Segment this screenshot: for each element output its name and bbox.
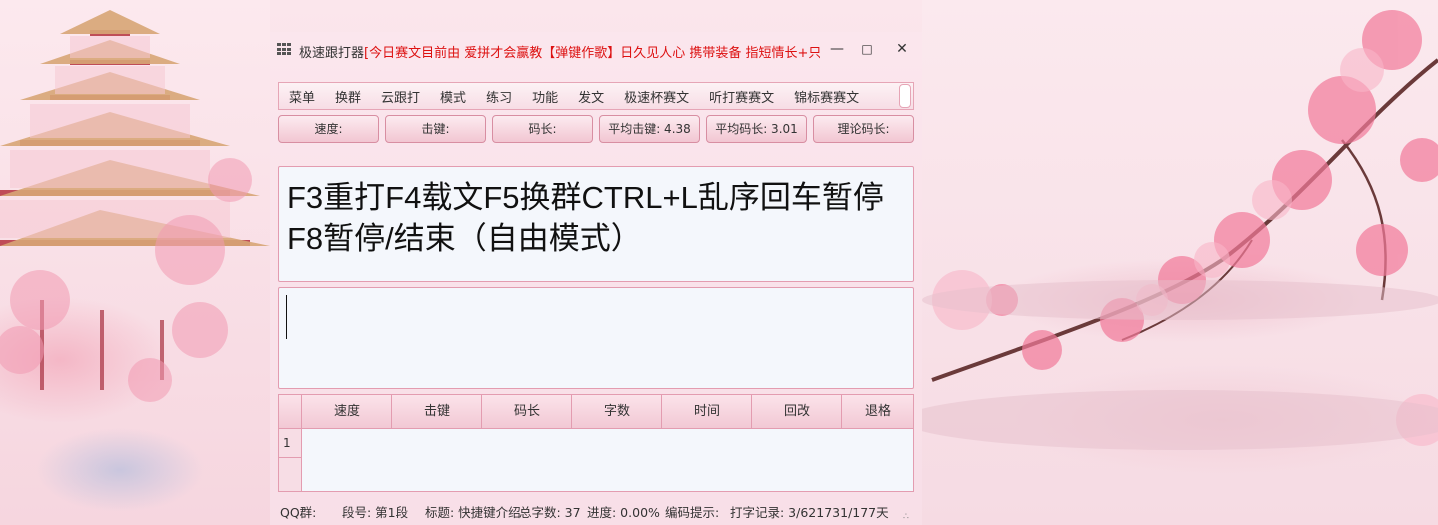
encoding-hint: 编码提示:: [665, 505, 720, 520]
menu-bar: 菜单 换群 云跟打 模式 练习 功能 发文 极速杯赛文 听打赛赛文 锦标赛赛文: [278, 82, 914, 110]
title-bar[interactable]: 极速跟打器 [今日赛文目前由 爱拼才会赢教【弹键作歌】日久见人心 携带装备 指短…: [270, 32, 922, 68]
keystroke-stat[interactable]: 击键:: [385, 115, 486, 143]
text-caret: [286, 295, 287, 339]
menu-item-listen-contest[interactable]: 听打赛赛文: [699, 87, 784, 106]
qq-group-label[interactable]: QQ群:: [280, 502, 316, 521]
row-number[interactable]: 1: [283, 436, 291, 450]
article-text: F3重打F4载文F5换群CTRL+L乱序回车暂停F8暂停/结束（自由模式）: [287, 180, 884, 256]
resize-grip-icon[interactable]: ∴: [903, 512, 909, 522]
menu-item-mode[interactable]: 模式: [430, 87, 476, 106]
article-title: 标题: 快捷键介绍: [425, 505, 521, 520]
menu-item-function[interactable]: 功能: [522, 87, 568, 106]
col-keystroke[interactable]: 击键: [391, 395, 482, 428]
col-speed[interactable]: 速度: [301, 395, 392, 428]
col-time[interactable]: 时间: [661, 395, 752, 428]
pagoda-illustration: [0, 10, 270, 402]
window-title: 极速跟打器: [299, 46, 365, 61]
progress-text: 进度: 0.00%: [587, 505, 660, 520]
typing-app-window: 极速跟打器 [今日赛文目前由 爱拼才会赢教【弹键作歌】日久见人心 携带装备 指短…: [270, 32, 922, 525]
avg-code-length-stat[interactable]: 平均码长: 3.01: [706, 115, 807, 143]
menu-item-menu[interactable]: 菜单: [279, 87, 325, 106]
stats-bar: 速度: 击键: 码长: 平均击键: 4.38 平均码长: 3.01 理论码长:: [278, 115, 914, 143]
menu-item-send-text[interactable]: 发文: [568, 87, 614, 106]
segment-number: 段号: 第1段: [342, 505, 409, 520]
typing-record: 打字记录: 3/621731/177天: [730, 505, 889, 520]
col-corrections[interactable]: 回改: [751, 395, 842, 428]
menu-item-switch-group[interactable]: 换群: [325, 87, 371, 106]
menu-item-practice[interactable]: 练习: [476, 87, 522, 106]
minimize-icon[interactable]: —: [826, 38, 848, 60]
close-icon[interactable]: ✕: [891, 38, 913, 60]
total-chars: 总字数: 37: [519, 505, 581, 520]
maximize-icon[interactable]: □: [856, 38, 878, 60]
cherry-blossom-illustration: [922, 10, 1438, 450]
menu-item-cloud-typing[interactable]: 云跟打: [371, 87, 430, 106]
code-length-stat[interactable]: 码长:: [492, 115, 593, 143]
col-char-count[interactable]: 字数: [571, 395, 662, 428]
col-code-length[interactable]: 码长: [481, 395, 572, 428]
speed-stat[interactable]: 速度:: [278, 115, 379, 143]
menu-scrollbar[interactable]: [899, 84, 911, 108]
results-header: 速度 击键 码长 字数 时间 回改 退格: [279, 395, 913, 429]
avg-keystroke-stat[interactable]: 平均击键: 4.38: [599, 115, 700, 143]
status-bar: QQ群: 段号: 第1段 标题: 快捷键介绍 总字数: 37 进度: 0.00%…: [280, 500, 920, 520]
menu-item-speed-cup[interactable]: 极速杯赛文: [614, 87, 699, 106]
marquee-text: [今日赛文目前由 爱拼才会赢教【弹键作歌】日久见人心 携带装备 指短情长+只!: [364, 46, 820, 61]
results-table: 速度 击键 码长 字数 时间 回改 退格 1: [278, 394, 914, 492]
app-grid-icon[interactable]: [277, 43, 291, 55]
col-backspace[interactable]: 退格: [841, 395, 914, 428]
row-divider: [279, 457, 301, 458]
theory-code-length-stat[interactable]: 理论码长:: [813, 115, 914, 143]
typing-input[interactable]: [278, 287, 914, 389]
article-display: F3重打F4载文F5换群CTRL+L乱序回车暂停F8暂停/结束（自由模式）: [278, 166, 914, 282]
menu-item-championship[interactable]: 锦标赛赛文: [784, 87, 869, 106]
